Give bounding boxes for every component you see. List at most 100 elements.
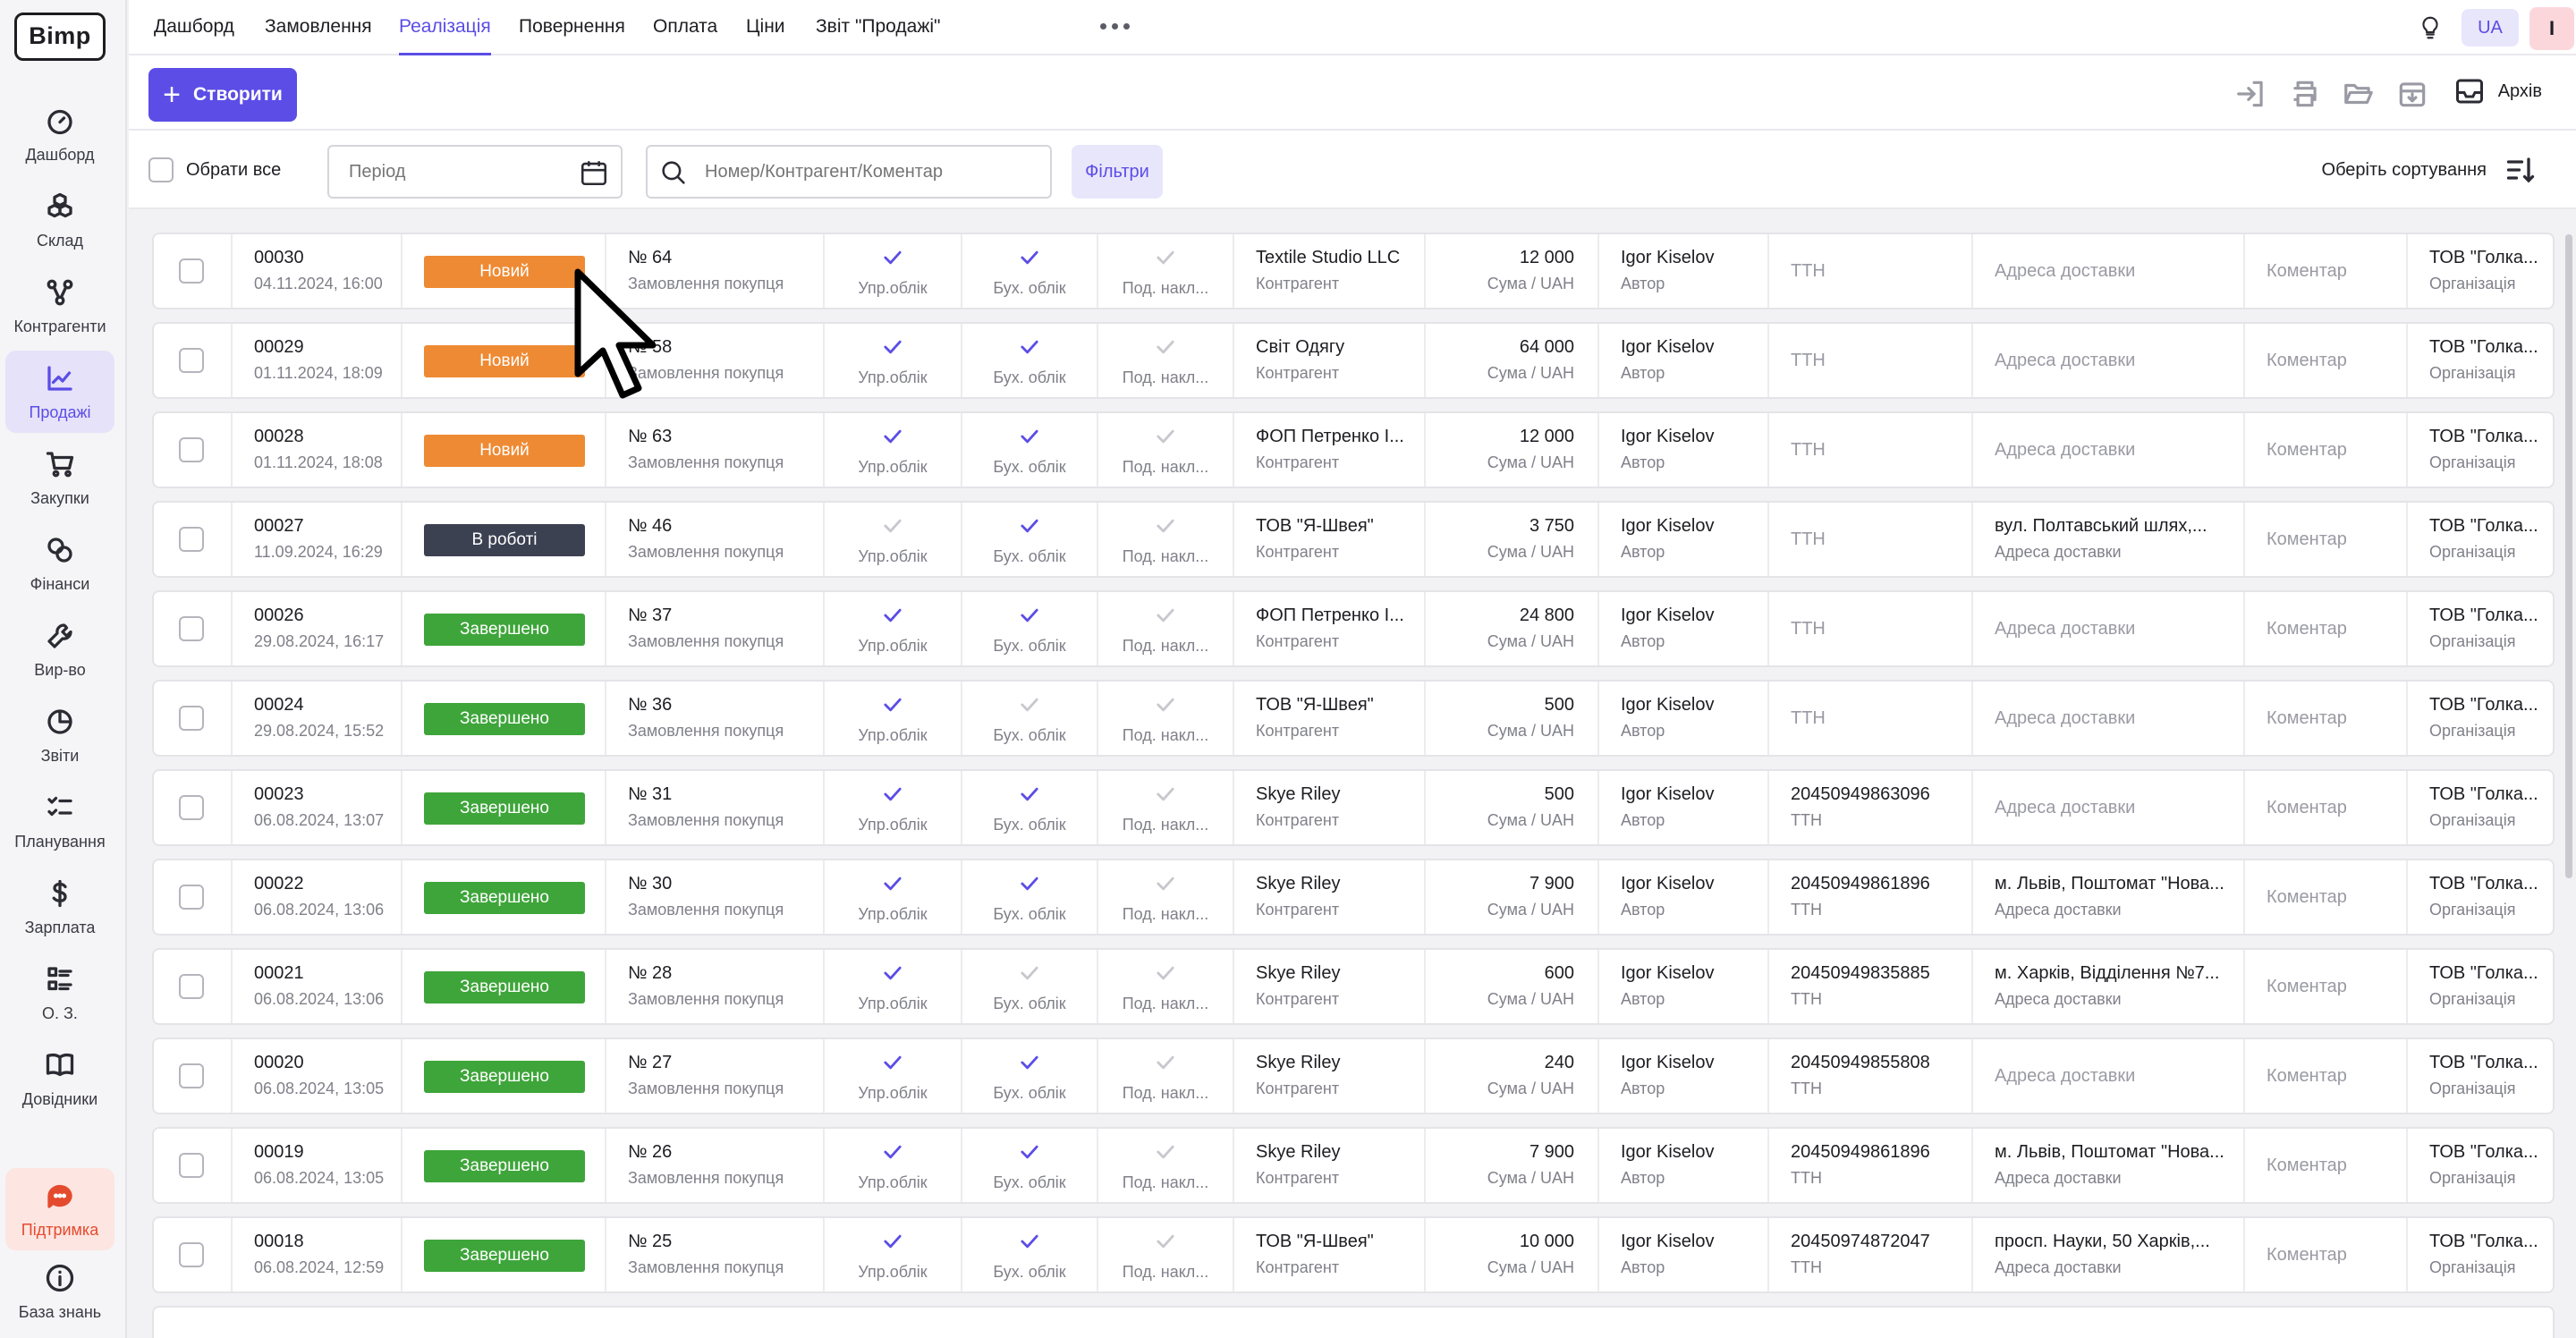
table-row[interactable]: 00023 06.08.2024, 13:07 Завершено № 31 Замов… bbox=[152, 769, 2555, 846]
folder-button[interactable] bbox=[2342, 77, 2376, 111]
counterparty-name[interactable]: Світ Одягу bbox=[1256, 336, 1424, 358]
counterparty-name[interactable]: ТОВ "Я-Швея" bbox=[1256, 694, 1424, 716]
tab-returns[interactable]: Повернення bbox=[519, 0, 625, 55]
archive-box-button[interactable] bbox=[2395, 77, 2429, 111]
comment-cell[interactable]: Коментар bbox=[2243, 771, 2406, 844]
sidebar-item-fixed-assets[interactable]: О. З. bbox=[5, 952, 114, 1034]
table-row[interactable]: 00026 29.08.2024, 16:17 Завершено № 37 Замов… bbox=[152, 590, 2555, 667]
create-button[interactable]: + Створити bbox=[148, 68, 297, 122]
comment-cell[interactable]: Коментар bbox=[2243, 1218, 2406, 1291]
table-row[interactable]: 00027 11.09.2024, 16:29 В роботі № 46 Замовл… bbox=[152, 501, 2555, 578]
table-row[interactable]: 00019 06.08.2024, 13:05 Завершено № 26 Замов… bbox=[152, 1127, 2555, 1204]
comment-cell[interactable]: Коментар bbox=[2243, 324, 2406, 397]
row-checkbox[interactable] bbox=[179, 616, 204, 641]
counterparty-name[interactable]: ФОП Петренко І... bbox=[1256, 426, 1424, 447]
sidebar-item-sales[interactable]: Продажі bbox=[5, 351, 114, 433]
sidebar-item-purchases[interactable]: Закупки bbox=[5, 436, 114, 519]
lightbulb-icon[interactable] bbox=[2417, 13, 2444, 43]
tth-cell[interactable]: 20450949855808 ТТН bbox=[1767, 1039, 1971, 1113]
tab-prices[interactable]: Ціни bbox=[746, 0, 785, 55]
row-checkbox[interactable] bbox=[179, 348, 204, 373]
sidebar-item-reports[interactable]: Звіти bbox=[5, 694, 114, 776]
order-number[interactable]: № 46 bbox=[628, 515, 823, 537]
comment-cell[interactable]: Коментар bbox=[2243, 592, 2406, 665]
import-button[interactable] bbox=[2234, 77, 2268, 111]
counterparty-name[interactable]: Skye Riley bbox=[1256, 1141, 1424, 1163]
address-cell[interactable]: просп. Науки, 50 Харків,... Адреса достав… bbox=[1971, 1218, 2243, 1291]
archive-button[interactable]: Архів bbox=[2453, 75, 2542, 107]
sidebar-item-warehouse[interactable]: Склад bbox=[5, 179, 114, 261]
status-badge[interactable]: Завершено bbox=[424, 1240, 585, 1272]
calendar-icon[interactable] bbox=[579, 157, 609, 188]
order-number[interactable]: № 25 bbox=[628, 1231, 823, 1252]
address-cell[interactable]: м. Львів, Поштомат "Нова... Адреса достав… bbox=[1971, 860, 2243, 934]
print-button[interactable] bbox=[2288, 77, 2322, 111]
filters-button[interactable]: Фільтри bbox=[1072, 145, 1163, 199]
address-cell[interactable]: м. Львів, Поштомат "Нова... Адреса достав… bbox=[1971, 1129, 2243, 1202]
counterparty-name[interactable]: Skye Riley bbox=[1256, 783, 1424, 805]
knowledge-base-link[interactable]: База знань bbox=[5, 1252, 114, 1331]
sidebar-item-finance[interactable]: Фінанси bbox=[5, 522, 114, 605]
app-logo[interactable]: Bimp bbox=[14, 13, 106, 61]
tth-cell[interactable]: 20450974872047 ТТН bbox=[1767, 1218, 1971, 1291]
status-badge[interactable]: В роботі bbox=[424, 524, 585, 556]
address-cell[interactable]: Адреса доставки bbox=[1971, 324, 2243, 397]
row-checkbox[interactable] bbox=[179, 1063, 204, 1088]
row-checkbox[interactable] bbox=[179, 437, 204, 462]
order-number[interactable]: № 58 bbox=[628, 336, 823, 358]
comment-cell[interactable]: Коментар bbox=[2243, 413, 2406, 487]
counterparty-name[interactable]: Skye Riley bbox=[1256, 1052, 1424, 1073]
status-badge[interactable]: Новий bbox=[424, 256, 585, 288]
sidebar-item-directories[interactable]: Довідники bbox=[5, 1037, 114, 1120]
comment-cell[interactable]: Коментар bbox=[2243, 860, 2406, 934]
order-number[interactable]: № 37 bbox=[628, 605, 823, 626]
tab-orders[interactable]: Замовлення bbox=[265, 0, 372, 55]
tth-cell[interactable]: ТТН bbox=[1767, 234, 1971, 308]
table-row-partial[interactable] bbox=[152, 1306, 2555, 1338]
tth-cell[interactable]: 20450949863096 ТТН bbox=[1767, 771, 1971, 844]
tab-dashboard[interactable]: Дашборд bbox=[154, 0, 234, 55]
comment-cell[interactable]: Коментар bbox=[2243, 950, 2406, 1023]
row-checkbox[interactable] bbox=[179, 885, 204, 910]
order-number[interactable]: № 63 bbox=[628, 426, 823, 447]
row-checkbox[interactable] bbox=[179, 974, 204, 999]
tth-cell[interactable]: ТТН bbox=[1767, 413, 1971, 487]
address-cell[interactable]: вул. Полтавський шлях,... Адреса доставки bbox=[1971, 503, 2243, 576]
address-cell[interactable]: Адреса доставки bbox=[1971, 1039, 2243, 1113]
table-row[interactable]: 00024 29.08.2024, 15:52 Завершено № 36 Замов… bbox=[152, 680, 2555, 757]
tth-cell[interactable]: 20450949861896 ТТН bbox=[1767, 1129, 1971, 1202]
table-row[interactable]: 00030 04.11.2024, 16:00 Новий № 64 Замовленн… bbox=[152, 233, 2555, 309]
status-badge[interactable]: Новий bbox=[424, 435, 585, 467]
comment-cell[interactable]: Коментар bbox=[2243, 682, 2406, 755]
status-badge[interactable]: Завершено bbox=[424, 882, 585, 914]
status-badge[interactable]: Новий bbox=[424, 345, 585, 377]
sidebar-item-contractors[interactable]: Контрагенти bbox=[5, 265, 114, 347]
sidebar-item-planning[interactable]: Планування bbox=[5, 780, 114, 862]
tab-sales-report[interactable]: Звіт "Продажі" bbox=[816, 0, 941, 55]
table-row[interactable]: 00028 01.11.2024, 18:08 Новий № 63 Замовленн… bbox=[152, 411, 2555, 488]
tth-cell[interactable]: ТТН bbox=[1767, 682, 1971, 755]
support-button[interactable]: Підтримка bbox=[5, 1168, 114, 1250]
tth-cell[interactable]: ТТН bbox=[1767, 503, 1971, 576]
address-cell[interactable]: м. Харків, Відділення №7... Адреса достав… bbox=[1971, 950, 2243, 1023]
order-number[interactable]: № 36 bbox=[628, 694, 823, 716]
tth-cell[interactable]: 20450949861896 ТТН bbox=[1767, 860, 1971, 934]
table-row[interactable]: 00022 06.08.2024, 13:06 Завершено № 30 Замов… bbox=[152, 859, 2555, 936]
tab-sales[interactable]: Реалізація bbox=[399, 0, 491, 55]
tth-cell[interactable]: ТТН bbox=[1767, 592, 1971, 665]
sidebar-item-dashboard[interactable]: Дашборд bbox=[5, 93, 114, 175]
address-cell[interactable]: Адреса доставки bbox=[1971, 592, 2243, 665]
select-all[interactable]: Обрати все bbox=[148, 157, 281, 182]
tab-payment[interactable]: Оплата bbox=[653, 0, 717, 55]
order-number[interactable]: № 28 bbox=[628, 962, 823, 984]
search-input[interactable] bbox=[646, 145, 1052, 199]
counterparty-name[interactable]: Skye Riley bbox=[1256, 962, 1424, 984]
language-selector[interactable]: UA bbox=[2462, 9, 2519, 47]
address-cell[interactable]: Адреса доставки bbox=[1971, 682, 2243, 755]
address-cell[interactable]: Адреса доставки bbox=[1971, 234, 2243, 308]
order-number[interactable]: № 26 bbox=[628, 1141, 823, 1163]
counterparty-name[interactable]: ТОВ "Я-Швея" bbox=[1256, 1231, 1424, 1252]
table-row[interactable]: 00021 06.08.2024, 13:06 Завершено № 28 Замов… bbox=[152, 948, 2555, 1025]
row-checkbox[interactable] bbox=[179, 795, 204, 820]
tth-cell[interactable]: ТТН bbox=[1767, 324, 1971, 397]
